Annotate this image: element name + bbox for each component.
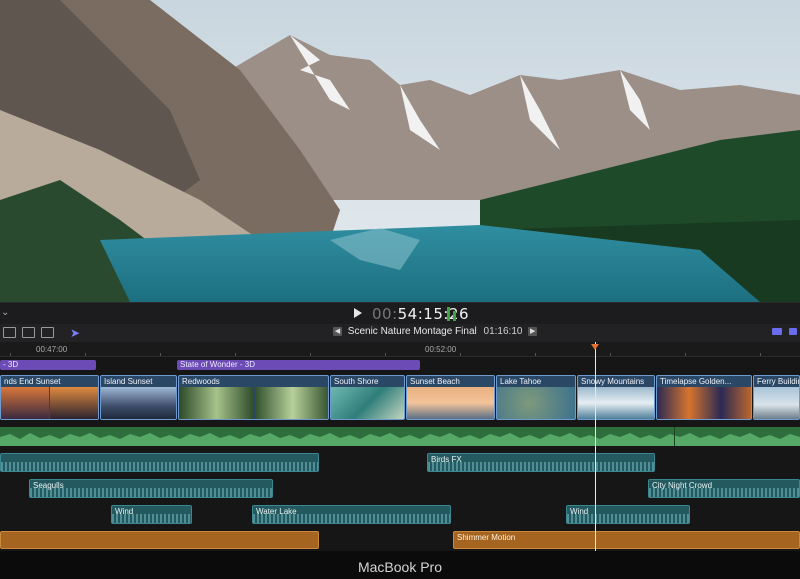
chevron-right-icon[interactable]: ▶ [528,326,538,336]
ruler-mark: 00:47:00 [36,345,68,354]
skimming-icon[interactable] [789,328,797,335]
audio-clip[interactable]: Seagulls [29,479,273,498]
title-clip[interactable]: - 3D [0,360,96,370]
title-clip[interactable]: State of Wonder - 3D [177,360,420,370]
viewer [0,0,800,302]
clip-label: Timelapse Golden... [660,377,732,386]
clip-appearance-icon[interactable] [772,328,782,335]
audio-clip[interactable]: Wind [111,505,192,524]
video-clip[interactable]: Timelapse Golden... [656,375,752,420]
select-tool-icon[interactable]: ➤ [70,326,80,340]
music-clip[interactable] [0,531,319,549]
audio-clip-label: Water Lake [256,507,297,516]
device-bezel: MacBook Pro [0,551,800,579]
music-clip[interactable]: Shimmer Motion [453,531,800,549]
title-clip-label: - 3D [3,360,19,369]
device-label: MacBook Pro [357,559,443,575]
ruler-mark: 00:52:00 [425,345,457,354]
video-clip[interactable]: Ferry Building [753,375,800,420]
video-clip[interactable]: South Shore [330,375,405,420]
viewer-image [0,0,800,302]
chevron-down-icon[interactable]: ⌄ [1,307,9,318]
clip-label: South Shore [334,377,379,386]
playhead[interactable] [595,342,596,551]
clip-label: Island Sunset [104,377,153,386]
title-clip-label: State of Wonder - 3D [180,360,255,369]
connect-clip-icon[interactable] [3,327,16,338]
clip-label: Sunset Beach [410,377,460,386]
timecode-value: 54:15:26 [397,305,470,323]
music-clip-label: Shimmer Motion [457,533,516,542]
primary-audio-track[interactable] [0,427,800,446]
video-clip[interactable]: Sunset Beach [406,375,495,420]
insert-clip-icon[interactable] [22,327,35,338]
audio-waveform [0,433,800,446]
audio-clip-label: City Night Crowd [652,481,713,490]
playhead-handle-icon[interactable] [591,344,599,350]
clip-label: Lake Tahoe [500,377,542,386]
video-clip[interactable]: Snowy Mountains [577,375,655,420]
audio-clip[interactable]: Wind [566,505,690,524]
project-name: Scenic Nature Montage Final [347,326,477,337]
video-clip[interactable]: nds End Sunset [0,375,99,420]
audio-clip[interactable] [0,453,319,472]
append-clip-icon[interactable] [41,327,54,338]
transport-bar: ⌄ 00:54:15:26 [0,302,800,325]
audio-clip[interactable]: City Night Crowd [648,479,800,498]
audio-clip-label: Wind [115,507,134,516]
timeline-ruler[interactable]: 00:47:00 00:52:00 [0,342,800,357]
audio-clip-label: Birds FX [431,455,462,464]
timeline-toolbar: ➤ ◀ Scenic Nature Montage Final 01:16:10… [0,324,800,343]
audio-clip-label: Wind [570,507,589,516]
audio-meter-right [453,311,456,321]
timeline[interactable]: - 3D State of Wonder - 3D nds End Sunset… [0,357,800,551]
audio-clip[interactable]: Birds FX [427,453,655,472]
video-clip[interactable]: Lake Tahoe [496,375,576,420]
clip-label: Snowy Mountains [581,377,645,386]
audio-clip[interactable]: Water Lake [252,505,451,524]
clip-label: nds End Sunset [4,377,61,386]
audio-clip-label: Seagulls [33,481,64,490]
audio-meter-left [447,307,450,321]
project-duration: 01:16:10 [483,326,523,337]
clip-label: Redwoods [182,377,220,386]
video-clip[interactable]: Island Sunset [100,375,177,420]
clip-label: Ferry Building [757,377,799,386]
play-button[interactable] [354,308,362,318]
chevron-left-icon[interactable]: ◀ [333,326,342,336]
video-clip[interactable]: Redwoods [178,375,329,420]
project-header: ◀ Scenic Nature Montage Final 01:16:10 ▶ [330,326,540,337]
timecode-dim: 00: [372,305,398,323]
